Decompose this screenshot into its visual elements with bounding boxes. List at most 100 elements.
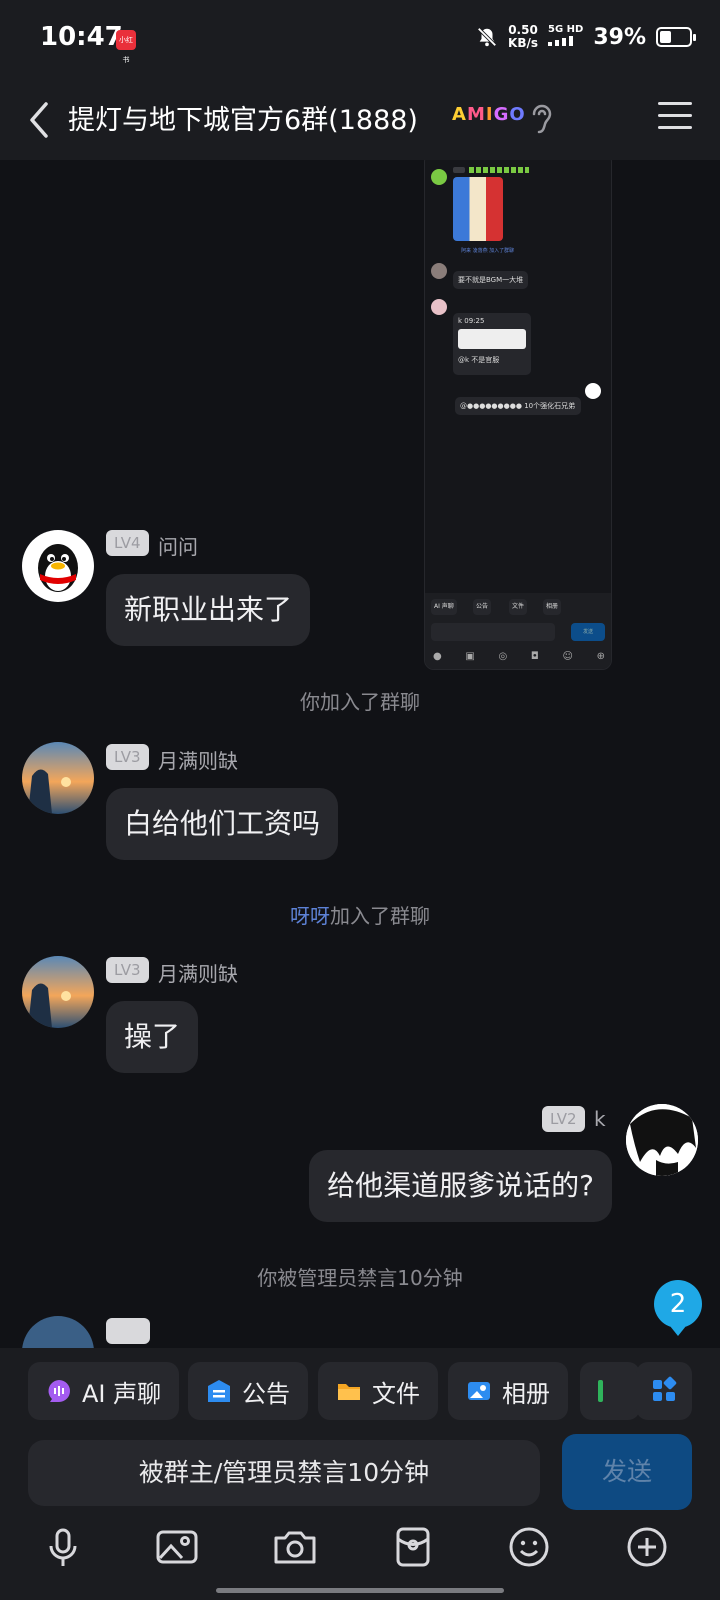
level-tag: LV3 [106, 744, 149, 770]
mini-forward-text: @k 不是官服 [458, 356, 500, 364]
more-apps-button[interactable] [636, 1362, 692, 1420]
avatar[interactable] [22, 742, 94, 814]
home-indicator[interactable] [216, 1588, 504, 1593]
mini-avatar [431, 263, 447, 279]
message-input-disabled[interactable]: 被群主/管理员禁言10分钟 [28, 1440, 540, 1506]
system-notice-text: 加入了群聊 [330, 904, 430, 928]
quick-action-bar: AI 声聊 公告 文件 相册 [28, 1362, 720, 1420]
sender-name[interactable]: 月满则缺 [158, 958, 238, 987]
signal-indicator: 5G HD [548, 24, 583, 50]
status-indicators: 0.50 KB/s 5G HD 39% [476, 24, 696, 50]
mini-forward-card: k 09:25 @k 不是官服 [453, 313, 531, 375]
sender-name[interactable]: 月满则缺 [158, 745, 238, 774]
ear-icon[interactable] [528, 100, 556, 136]
anime-avatar-icon [626, 1104, 698, 1176]
album-icon [468, 1382, 490, 1400]
member-link[interactable]: 呀呀 [290, 904, 330, 928]
camera-icon[interactable] [272, 1524, 318, 1570]
mini-input [431, 623, 555, 641]
amigo-letter: A [452, 104, 467, 125]
amigo-badge[interactable]: AMIGO [452, 104, 526, 125]
mini-system-line: 阿来 凌落燕 加入了群聊 [461, 248, 515, 254]
message-bubble-self[interactable]: 给他渠道服爹说话的? [309, 1150, 612, 1222]
amigo-letter: M [466, 104, 486, 125]
battery-icon [656, 27, 696, 47]
chip-ai-voice[interactable]: AI 声聊 [28, 1362, 180, 1420]
mute-bell-icon [477, 27, 497, 47]
mini-tool-icons: ● ▣ ◎ ◘ ☺ ⊕ [433, 651, 605, 662]
chip-announcement[interactable]: 公告 [188, 1362, 308, 1420]
chip-files[interactable]: 文件 [318, 1362, 438, 1420]
level-tag: LV2 [542, 1106, 585, 1132]
apps-grid-icon [653, 1376, 677, 1401]
sender-name[interactable]: 问问 [158, 531, 198, 560]
back-arrow-icon[interactable] [22, 96, 66, 144]
system-notice: 你加入了群聊 [300, 690, 420, 714]
sunset-avatar-icon [22, 742, 94, 814]
chip-label: 文件 [372, 1379, 420, 1408]
level-tag [106, 1318, 150, 1344]
plus-icon[interactable] [624, 1524, 670, 1570]
message-list[interactable]: 阿来 凌落燕 加入了群聊 要不就是BGM一大堆 k 09:25 @k 不是官服 … [0, 160, 720, 1348]
sender-name[interactable]: k [594, 1107, 606, 1131]
unread-count-badge[interactable]: 2 [654, 1280, 702, 1336]
announcement-icon [208, 1380, 230, 1402]
message-bubble[interactable]: 新职业出来了 [106, 574, 311, 646]
microphone-icon[interactable] [40, 1524, 86, 1570]
ai-voice-icon [48, 1380, 70, 1402]
chat-header: 提灯与地下城官方6群(1888) AMIGO [0, 80, 720, 160]
signal-bars-icon [548, 36, 573, 46]
mini-nickname-dots [469, 167, 529, 173]
chip-label: 相册 [502, 1379, 550, 1408]
input-panel: AI 声聊 公告 文件 相册 被群主/管理员禁言10分钟 发送 [0, 1348, 720, 1600]
message-bubble[interactable]: 操了 [106, 1001, 199, 1073]
chip-label: AI 声聊 [82, 1379, 162, 1408]
emoji-icon[interactable] [506, 1524, 552, 1570]
mini-bubble: @●●●●●●●●● 10个强化石兄弟 [455, 397, 581, 415]
penguin-avatar-icon [38, 544, 78, 592]
folder-icon [338, 1384, 360, 1400]
sunset-avatar-icon [22, 956, 94, 1028]
network-type: 5G HD [548, 24, 584, 35]
mini-send: 发送 [571, 623, 605, 641]
avatar[interactable] [626, 1104, 698, 1176]
mini-chip: AI 声聊 [431, 599, 457, 615]
mini-avatar [431, 299, 447, 315]
amigo-letter: G [493, 104, 510, 125]
amigo-letter: O [509, 104, 526, 125]
network-speed-unit: KB/s [508, 36, 538, 50]
mini-toolbar: AI 声聊 公告 文件 相册 发送 ● ▣ ◎ ◘ ☺ ⊕ [425, 593, 611, 669]
input-tool-row [40, 1524, 688, 1574]
level-tag: LV4 [106, 530, 149, 556]
amigo-letter: I [485, 104, 494, 125]
chip-album[interactable]: 相册 [448, 1362, 568, 1420]
menu-icon[interactable] [658, 102, 692, 134]
avatar[interactable] [22, 530, 94, 602]
chip-partial[interactable] [580, 1362, 640, 1420]
battery-percent: 39% [593, 24, 646, 50]
send-button[interactable]: 发送 [562, 1434, 692, 1510]
system-notice: 你被管理员禁言10分钟 [257, 1266, 463, 1290]
status-bar: 10:47 小红书 0.50 KB/s 5G HD 39% [0, 0, 720, 80]
mini-chip: 相册 [543, 599, 562, 615]
level-tag: LV3 [106, 957, 149, 983]
mini-level-tag [453, 167, 465, 173]
chip-label: 公告 [242, 1379, 290, 1408]
mini-chip: 文件 [509, 599, 528, 615]
red-packet-icon[interactable] [390, 1524, 436, 1570]
group-title[interactable]: 提灯与地下城官方6群(1888) [68, 98, 418, 137]
mini-sticker-image [453, 177, 503, 241]
avatar[interactable] [22, 1316, 94, 1348]
message-bubble[interactable]: 白给他们工资吗 [106, 788, 339, 860]
mini-forward-time: k 09:25 [458, 317, 485, 325]
network-speed: 0.50 KB/s [508, 24, 538, 50]
mini-avatar [585, 383, 601, 399]
mini-bubble: 要不就是BGM一大堆 [453, 271, 529, 289]
mini-avatar [431, 169, 447, 185]
status-time: 10:47 [40, 22, 123, 52]
avatar[interactable] [22, 956, 94, 1028]
mini-chip: 公告 [473, 599, 492, 615]
app-notification-badge: 小红书 [116, 30, 136, 64]
screenshot-image-message[interactable]: 阿来 凌落燕 加入了群聊 要不就是BGM一大堆 k 09:25 @k 不是官服 … [424, 160, 612, 670]
image-icon[interactable] [154, 1524, 200, 1570]
